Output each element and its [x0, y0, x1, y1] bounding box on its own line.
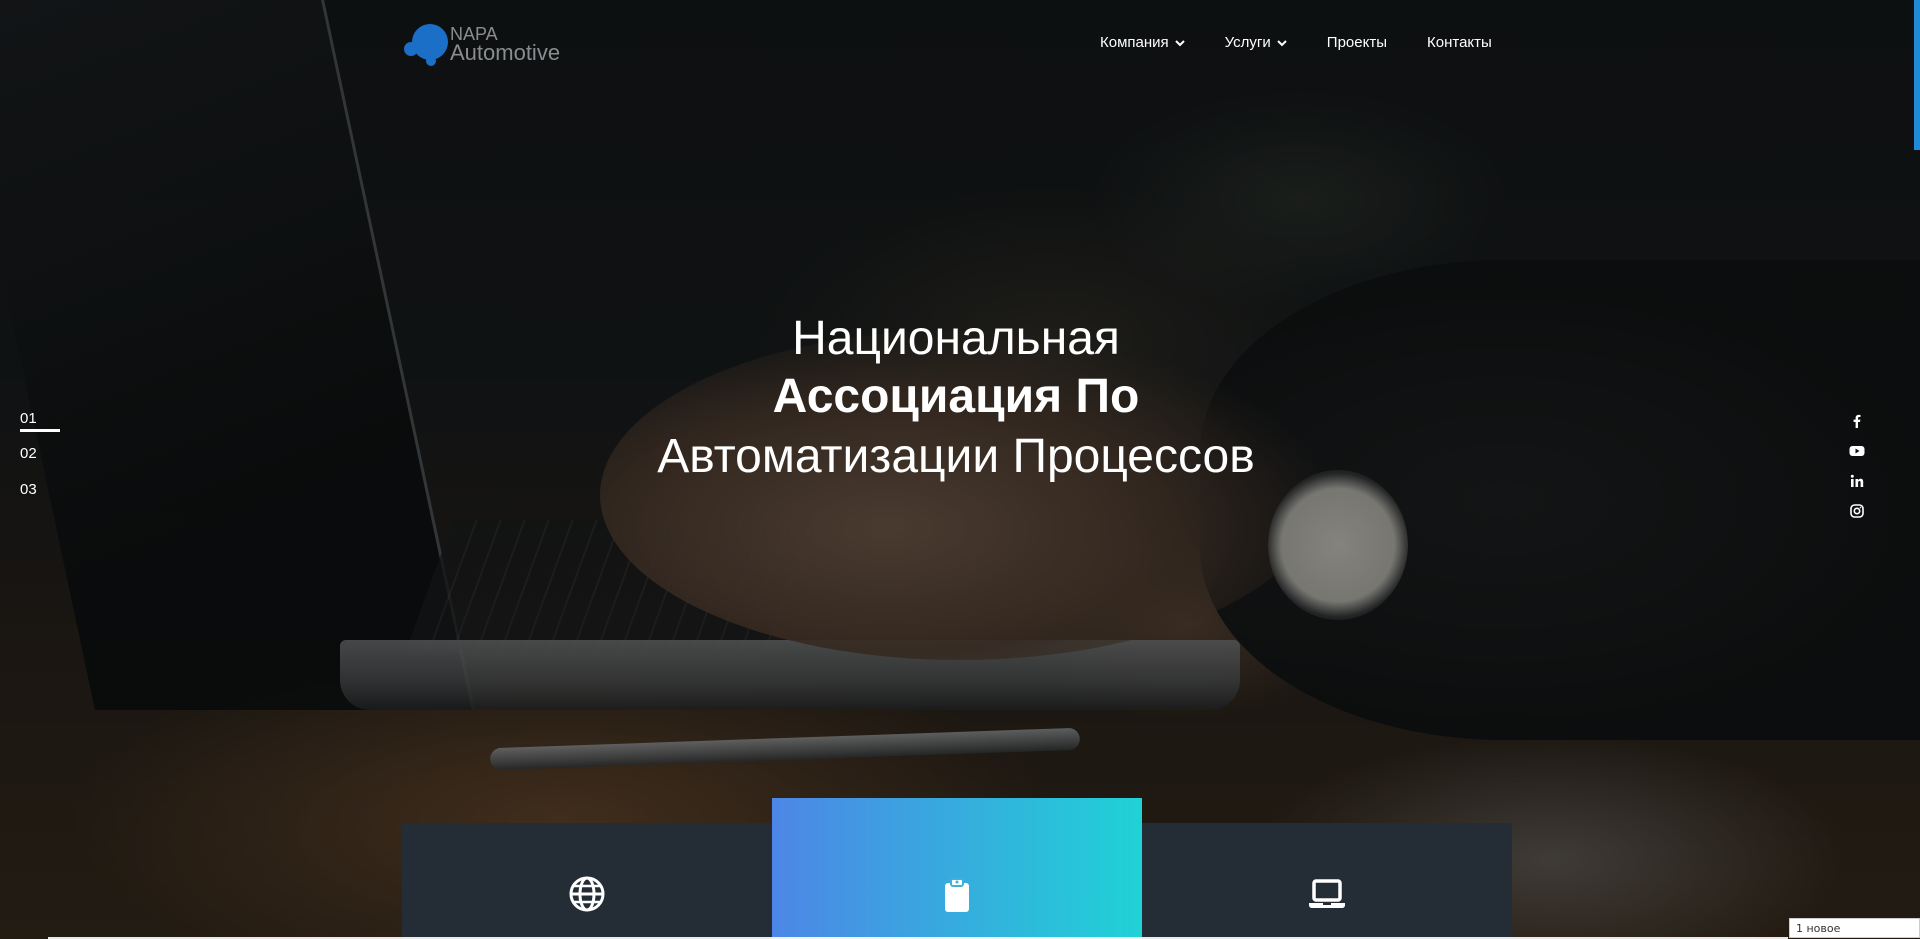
facebook-icon[interactable] — [1848, 412, 1866, 430]
laptop-icon — [1309, 879, 1345, 908]
hero-title: Национальная Ассоциация По Автоматизации… — [0, 310, 1912, 488]
nav-item-label: Компания — [1100, 34, 1169, 51]
feature-box-clipboard[interactable] — [772, 798, 1142, 939]
nav-item-contacts[interactable]: Контакты — [1427, 34, 1492, 51]
nav-item-company[interactable]: Компания — [1100, 34, 1185, 51]
nav-item-label: Проекты — [1326, 34, 1387, 51]
logo[interactable]: NAPA Automotive — [402, 20, 572, 68]
chevron-down-icon — [1277, 39, 1287, 46]
slide-pager-item-02[interactable]: 02 — [20, 445, 60, 462]
logo-text-line2: Automotive — [450, 40, 561, 65]
feature-box-globe[interactable] — [402, 823, 772, 939]
hero-title-line1: Национальная — [792, 312, 1120, 365]
logo-dot — [426, 56, 436, 66]
clipboard-icon — [945, 878, 969, 912]
instagram-icon[interactable] — [1848, 502, 1866, 520]
notification-badge[interactable]: 1 новое уведомление — [1789, 918, 1920, 938]
logo-circle — [412, 24, 448, 60]
slide-pager: 01 02 03 — [20, 410, 60, 517]
hero-title-line2: Ассоциация По — [772, 370, 1140, 423]
nav-item-label: Контакты — [1427, 34, 1492, 51]
hero-title-line3: Автоматизации Процессов — [657, 430, 1255, 483]
slide-pager-item-03[interactable]: 03 — [20, 481, 60, 498]
youtube-icon[interactable] — [1848, 442, 1866, 460]
scrollbar[interactable] — [1914, 0, 1920, 150]
linkedin-icon[interactable] — [1848, 472, 1866, 490]
feature-box-laptop[interactable] — [1142, 823, 1512, 939]
slide-pager-item-01[interactable]: 01 — [20, 410, 60, 432]
logo-dot — [404, 42, 418, 56]
nav-item-projects[interactable]: Проекты — [1327, 34, 1387, 51]
main-nav: Компания Услуги Проекты Контакты — [1100, 34, 1532, 51]
nav-item-label: Услуги — [1224, 34, 1271, 51]
chevron-down-icon — [1174, 39, 1185, 46]
social-links — [1848, 412, 1866, 532]
nav-item-services[interactable]: Услуги — [1225, 34, 1287, 51]
globe-icon — [569, 876, 605, 912]
